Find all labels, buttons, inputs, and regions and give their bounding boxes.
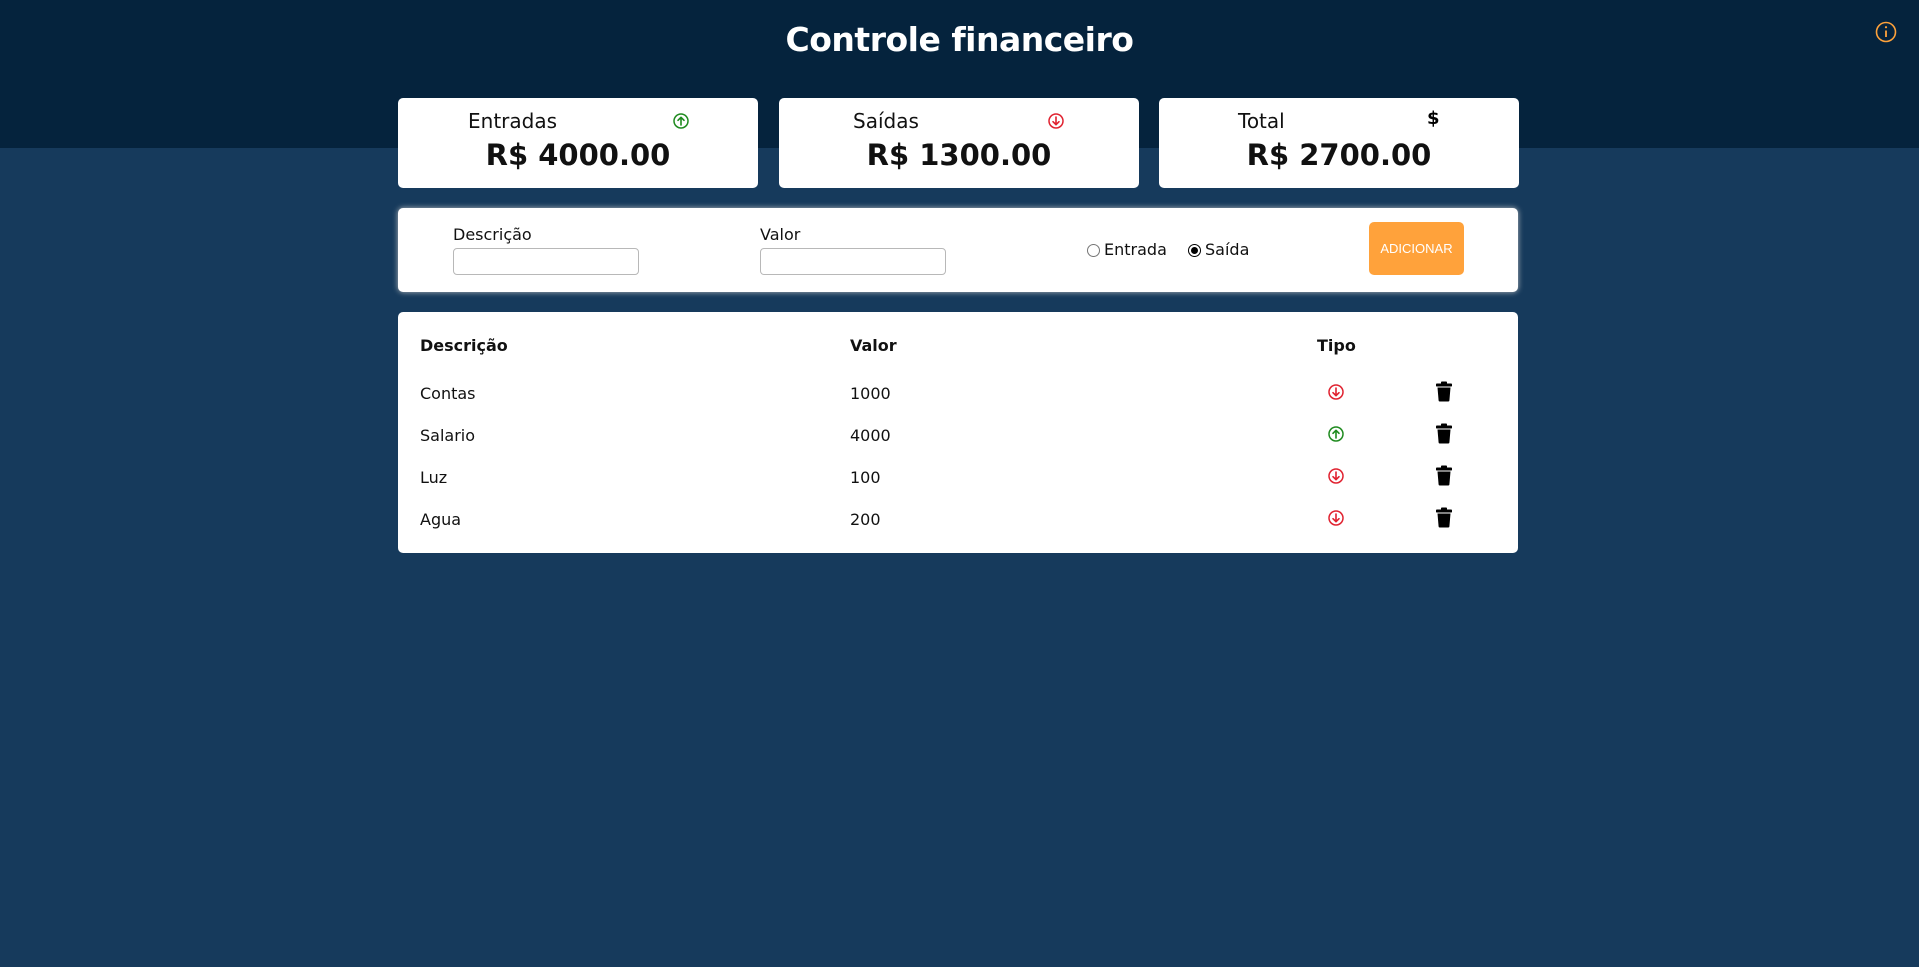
description-field-label: Descrição [453,225,532,244]
row-value: 1000 [850,384,891,403]
income-card: Entradas R$ 4000.00 [398,98,758,188]
transactions-table: Descrição Valor Tipo Contas 1000 Salario 40… [398,312,1518,553]
radio-entrada-label[interactable]: Entrada [1104,240,1167,259]
row-description: Luz [420,468,448,487]
arrow-up-circle-icon [673,113,689,129]
radio-entrada[interactable] [1087,244,1100,257]
arrow-down-circle-icon [1328,510,1344,526]
value-input[interactable] [760,248,946,275]
header-type: Tipo [1317,336,1356,355]
row-value: 4000 [850,426,891,445]
table-row: Salario 4000 [398,423,1518,468]
trash-icon[interactable] [1435,381,1453,402]
row-description: Contas [420,384,476,403]
row-value: 200 [850,510,881,529]
table-row: Luz 100 [398,465,1518,510]
trash-icon[interactable] [1435,465,1453,486]
expense-value: R$ 1300.00 [866,138,1052,172]
entry-form: Descrição Valor Entrada Saída ADICIONAR [398,208,1518,292]
radio-saida-label[interactable]: Saída [1205,240,1249,259]
arrow-down-circle-icon [1328,384,1344,400]
value-field-label: Valor [760,225,801,244]
add-button[interactable]: ADICIONAR [1369,222,1464,275]
header-value: Valor [850,336,897,355]
total-value: R$ 2700.00 [1246,138,1432,172]
page-title: Controle financeiro [785,20,1134,59]
total-label: Total [1238,109,1285,133]
trash-icon[interactable] [1435,507,1453,528]
arrow-down-circle-icon [1328,468,1344,484]
table-row: Agua 200 [398,507,1518,552]
row-description: Salario [420,426,476,445]
income-value: R$ 4000.00 [485,138,671,172]
info-icon[interactable] [1874,20,1898,44]
header-description: Descrição [420,336,508,355]
income-label: Entradas [468,109,558,133]
radio-saida[interactable] [1188,244,1201,257]
arrow-up-circle-icon [1328,426,1344,442]
arrow-down-circle-icon [1048,113,1064,129]
row-value: 100 [850,468,881,487]
description-input[interactable] [453,248,639,275]
dollar-icon: $ [1427,108,1440,129]
total-card: Total $ R$ 2700.00 [1159,98,1519,188]
expense-card: Saídas R$ 1300.00 [779,98,1139,188]
expense-label: Saídas [853,109,919,133]
trash-icon[interactable] [1435,423,1453,444]
row-description: Agua [420,510,462,529]
table-row: Contas 1000 [398,381,1518,426]
